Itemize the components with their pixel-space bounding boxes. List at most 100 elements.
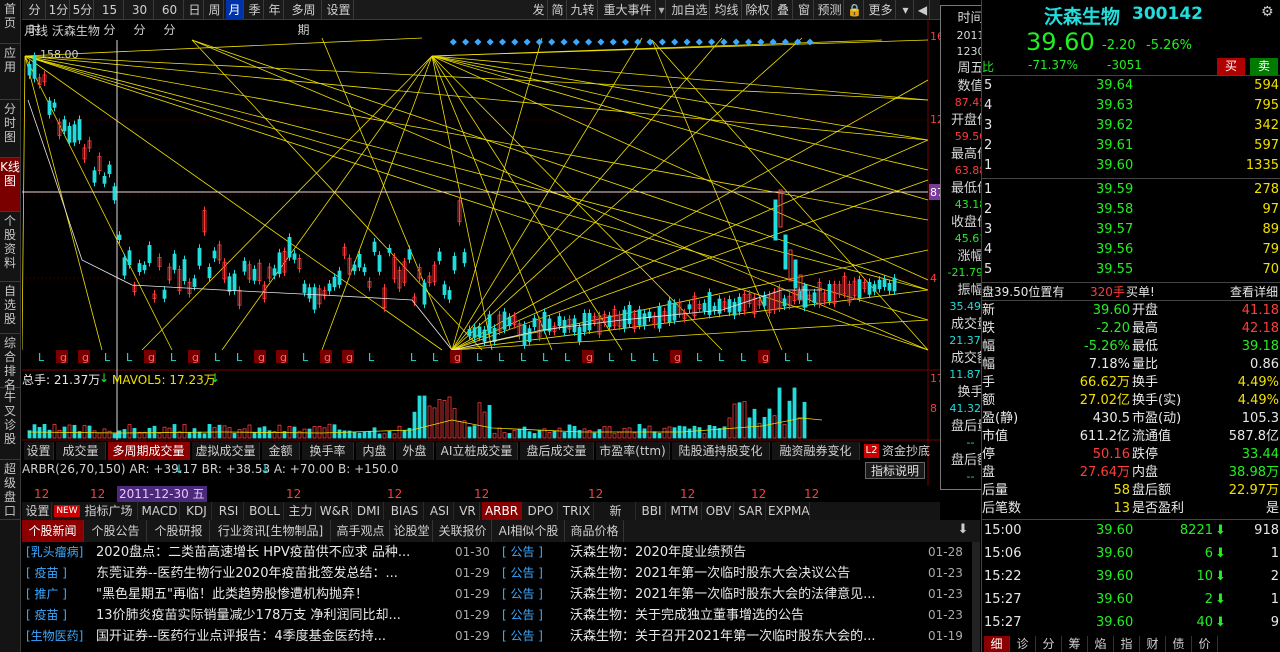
indicator-tab-macd[interactable]: MACD [140,502,180,520]
indicator-tab-expma[interactable]: EXPMA [768,502,810,520]
volume-subtab-6[interactable]: 内盘 [356,442,394,460]
news-title[interactable]: 沃森生物：2021年第一次临时股东大会的法律意见... [570,584,908,605]
period-tab-10[interactable]: 年 [266,0,284,20]
left-tab-5[interactable]: 自选股 [0,282,20,334]
toolbar-mid-0[interactable]: 发 [530,0,548,20]
chevron-down-icon[interactable]: ▾ [658,0,666,20]
period-tab-2[interactable]: 5分 [72,0,94,20]
volume-subtab-10[interactable]: 市盈率(ttm) [596,442,670,460]
indicator-tab-item[interactable]: 主力 [286,502,316,520]
left-tab-6[interactable]: 综合排名 [0,334,20,392]
volume-subtab-4[interactable]: 金额 [262,442,300,460]
news-tab-0[interactable]: 个股新闻 [22,520,84,542]
volume-subtab-11[interactable]: 陆股通持股变化 [672,442,770,460]
period-tab-3[interactable]: 15分 [96,0,124,37]
detail-tab-2[interactable]: 分 [1036,636,1062,652]
announcement-item[interactable]: [ 公告 ] 沃森生物：2021年第一次临时股东大会决议公告 01-23 [500,563,970,584]
toolbar-right-3[interactable]: 叠 [774,0,793,20]
indicator-tab-bbi[interactable]: BBI [638,502,666,520]
left-tab-2[interactable]: 分时图 [0,100,20,158]
news-title[interactable]: 13价肺炎疫苗实际销量减少178万支 净利润同比却... [96,605,444,626]
news-tab-2[interactable]: 个股研报 [148,520,210,542]
announcement-item[interactable]: [ 公告 ] 沃森生物：2021年第一次临时股东大会的法律意见... 01-23 [500,584,970,605]
detail-tab-1[interactable]: 诊 [1010,636,1036,652]
news-tab-6[interactable]: 关联报价 [434,520,492,542]
indicator-tab-bias[interactable]: BIAS [386,502,424,520]
news-tab-1[interactable]: 个股公告 [85,520,147,542]
indicator-tab-sar[interactable]: SAR [736,502,766,520]
left-tab-3[interactable]: K线图 [0,158,20,212]
chevron-down-icon[interactable]: ▾ [898,0,914,20]
volume-subtab-3[interactable]: 虚拟成交量 [192,442,260,460]
news-title[interactable]: 东莞证券--医药生物行业2020年疫苗批签发总结：... [96,563,444,584]
news-title[interactable]: 沃森生物：2021年第一次临时股东大会决议公告 [570,563,908,584]
period-tab-0[interactable]: 分时 [24,0,46,37]
period-tab-4[interactable]: 30分 [126,0,154,37]
detail-tab-6[interactable]: 财 [1140,636,1166,652]
scroll-left-icon[interactable]: ◀ [916,0,930,20]
detail-tab-5[interactable]: 指 [1114,636,1140,652]
indicator-tab-dmi[interactable]: DMI [354,502,384,520]
announcement-item[interactable]: [ 公告 ] 沃森生物：2020年度业绩预告 01-28 [500,542,970,563]
indicator-tab-dpo[interactable]: DPO [524,502,558,520]
sell-button[interactable]: 卖 [1250,58,1278,75]
detail-tab-0[interactable]: 细 [984,636,1010,652]
indicator-tab-w-r[interactable]: W&R [318,502,352,520]
news-title[interactable]: "黑色星期五"再临！此类趋势股惨遭机构抛弃！ [96,584,444,605]
toolbar-mid-3[interactable]: 重大事件 [600,0,656,20]
toolbar-right-0[interactable]: 加自选 [670,0,710,20]
news-title[interactable]: 沃森生物：2020年度业绩预告 [570,542,908,563]
detail-tab-8[interactable]: 价 [1192,636,1218,652]
left-tab-0[interactable]: 首页 [0,0,20,44]
settings-gear-icon[interactable]: ⚙ [1261,4,1274,20]
news-item[interactable]: [ 推广 ] "黑色星期五"再临！此类趋势股惨遭机构抛弃！ 01-29 [22,584,492,605]
volume-subtab-1[interactable]: 成交量 [56,442,106,460]
toolbar-right-5[interactable]: 预测 [816,0,844,20]
news-item[interactable]: [ 疫苗 ] 13价肺炎疫苗实际销量减少178万支 净利润同比却... 01-29 [22,605,492,626]
volume-subtab-0[interactable]: 设置 [24,442,54,460]
indicator-tab-rsi[interactable]: RSI [214,502,244,520]
news-tab-8[interactable]: 商品价格 [566,520,624,542]
buy-button[interactable]: 买 [1217,58,1245,75]
volume-subtab-8[interactable]: AI立桩成交量 [436,442,518,460]
period-tab-11[interactable]: 多周期 [286,0,322,37]
news-item[interactable]: [生物医药] 国开证券--医药行业点评报告：4季度基金医药持... 01-29 [22,626,492,647]
toolbar-right-4[interactable]: 窗 [795,0,814,20]
left-tab-4[interactable]: 个股资料 [0,212,20,282]
capital-bottom-fishing[interactable]: 资金抄底 [882,442,930,460]
news-title[interactable]: 沃森生物：关于完成独立董事增选的公告 [570,605,908,626]
indicator-tab-item[interactable]: 指标广场 [80,502,138,520]
news-item[interactable]: [乳头瘤病] 2020盘点：二类苗高速增长 HPV疫苗供不应求 品种... 01-3… [22,542,492,563]
volume-subtab-12[interactable]: 融资融券变化 [772,442,860,460]
download-icon[interactable]: ⬇ [954,522,972,540]
indicator-tab-vr[interactable]: VR [456,502,480,520]
lock-icon[interactable]: 🔒 [846,0,864,20]
period-tab-9[interactable]: 季 [246,0,264,20]
announcement-item[interactable]: [ 公告 ] 沃森生物：关于召开2021年第一次临时股东大会的... 01-19 [500,626,970,647]
kline-chart-svg[interactable]: Lg g L Lg Lg L Lg g Lg g L L Lg L L L L Lg L L Lg L L Lg L L 16 12 8… [22,20,940,486]
left-tab-1[interactable]: 应用 [0,44,20,100]
indicator-tab-item[interactable]: 设置 [24,502,52,520]
detail-tab-3[interactable]: 筹 [1062,636,1088,652]
indicator-tab-trix[interactable]: TRIX [560,502,594,520]
indicator-tab-obv[interactable]: OBV [704,502,734,520]
news-tab-3[interactable]: 行业资讯[生物制品] [211,520,331,542]
news-title[interactable]: 国开证券--医药行业点评报告：4季度基金医药持... [96,626,444,647]
news-title[interactable]: 2020盘点：二类苗高速增长 HPV疫苗供不应求 品种... [96,542,444,563]
period-tab-7[interactable]: 周 [206,0,224,20]
indicator-tab-asi[interactable]: ASI [426,502,454,520]
detail-tab-4[interactable]: 焰 [1088,636,1114,652]
more-button[interactable]: 更多 [866,0,896,20]
volume-subtab-7[interactable]: 外盘 [396,442,434,460]
period-tab-12[interactable]: 设置 [324,0,354,20]
period-tab-5[interactable]: 60分 [156,0,184,37]
indicator-tab-kdj[interactable]: KDJ [182,502,212,520]
indicator-tab-boll[interactable]: BOLL [246,502,284,520]
view-detail-link[interactable]: 查看详细 [1230,283,1278,301]
indicator-help-button[interactable]: 指标说明 [865,462,925,479]
indicator-tab-dma[interactable]: 新DMA [596,502,636,536]
kline-chart-area[interactable]: Lg g L Lg Lg L Lg g Lg g L L Lg L L L L Lg L L Lg L L Lg L L 16 12 8… [22,20,940,486]
volume-subtab-2[interactable]: 多周期成交量 [108,442,190,460]
detail-tab-7[interactable]: 债 [1166,636,1192,652]
announcement-item[interactable]: [ 公告 ] 沃森生物：关于完成独立董事增选的公告 01-23 [500,605,970,626]
